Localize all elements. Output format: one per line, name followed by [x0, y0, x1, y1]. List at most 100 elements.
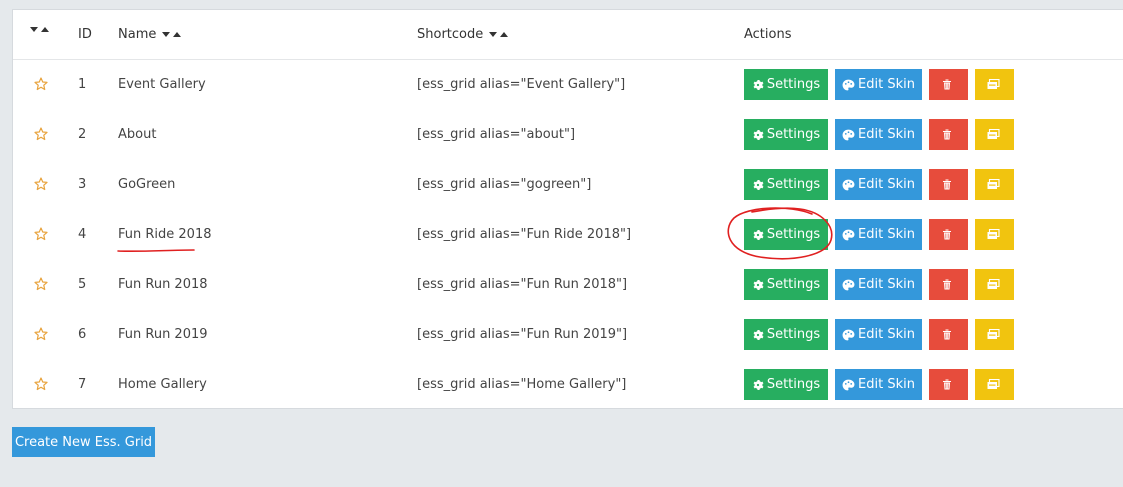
delete-button[interactable] [929, 369, 968, 400]
edit-skin-button[interactable]: Edit Skin [835, 319, 922, 350]
trash-icon [942, 329, 955, 340]
settings-button[interactable]: Settings [744, 269, 828, 300]
grid-id: 7 [78, 377, 87, 392]
create-new-grid-button[interactable]: Create New Ess. Grid [12, 427, 155, 457]
grid-id: 2 [78, 127, 87, 142]
table-row: 2 About [ess_grid alias="about"] Settings Ed… [13, 110, 1123, 160]
edit-skin-button-label: Edit Skin [858, 377, 915, 392]
id-column-header: ID [78, 27, 92, 42]
duplicate-button[interactable] [975, 219, 1014, 250]
favorite-star-icon[interactable] [33, 326, 49, 342]
edit-skin-button[interactable]: Edit Skin [835, 69, 922, 100]
edit-skin-button[interactable]: Edit Skin [835, 369, 922, 400]
settings-button-label: Settings [766, 127, 821, 142]
favorite-star-icon[interactable] [33, 276, 49, 292]
edit-skin-button-label: Edit Skin [858, 327, 915, 342]
grid-name: Fun Run 2018 [118, 277, 208, 292]
grid-name: GoGreen [118, 177, 176, 192]
settings-button[interactable]: Settings [744, 69, 828, 100]
grid-id: 3 [78, 177, 87, 192]
duplicate-button[interactable] [975, 69, 1014, 100]
settings-button-label: Settings [766, 327, 821, 342]
table-row: 3 GoGreen [ess_grid alias="gogreen"] Settin… [13, 160, 1123, 210]
palette-icon [842, 279, 858, 291]
delete-button[interactable] [929, 69, 968, 100]
gear-icon [752, 129, 767, 141]
grid-shortcode: [ess_grid alias="Fun Run 2018"] [417, 277, 628, 292]
favorite-star-icon[interactable] [33, 176, 49, 192]
table-row: 1 Event Gallery [ess_grid alias="Event Gal… [13, 60, 1123, 110]
gear-icon [752, 329, 767, 341]
edit-skin-button-label: Edit Skin [858, 227, 915, 242]
grid-id: 5 [78, 277, 87, 292]
favorite-star-icon[interactable] [33, 226, 49, 242]
settings-button[interactable]: Settings [744, 119, 828, 150]
grid-name: Fun Run 2019 [118, 327, 208, 342]
grid-name: Home Gallery [118, 377, 207, 392]
edit-skin-button[interactable]: Edit Skin [835, 119, 922, 150]
duplicate-icon [987, 329, 1003, 340]
duplicate-icon [987, 279, 1003, 290]
edit-skin-button[interactable]: Edit Skin [835, 169, 922, 200]
sort-arrows-icon[interactable] [162, 32, 184, 37]
shortcode-header-label: Shortcode [417, 27, 484, 42]
actions-column-header: Actions [744, 27, 792, 42]
duplicate-button[interactable] [975, 119, 1014, 150]
gear-icon [752, 279, 767, 291]
sort-arrows-icon[interactable] [30, 27, 52, 32]
grid-name: Event Gallery [118, 77, 206, 92]
edit-skin-button[interactable]: Edit Skin [835, 269, 922, 300]
grid-shortcode: [ess_grid alias="about"] [417, 127, 576, 142]
trash-icon [942, 229, 955, 240]
settings-button[interactable]: Settings [744, 169, 828, 200]
table-row: 4 Fun Ride 2018 [ess_grid alias="Fun Ride … [13, 210, 1123, 260]
delete-button[interactable] [929, 269, 968, 300]
duplicate-button[interactable] [975, 319, 1014, 350]
settings-button[interactable]: Settings [744, 219, 828, 250]
favorite-star-icon[interactable] [33, 76, 49, 92]
settings-button-label: Settings [766, 77, 821, 92]
id-header-label: ID [78, 27, 92, 42]
shortcode-column-header[interactable]: Shortcode [417, 27, 511, 42]
trash-icon [942, 79, 955, 90]
grid-id: 4 [78, 227, 87, 242]
edit-skin-button[interactable]: Edit Skin [835, 219, 922, 250]
grid-shortcode: [ess_grid alias="Fun Ride 2018"] [417, 227, 632, 242]
edit-skin-button-label: Edit Skin [858, 77, 915, 92]
delete-button[interactable] [929, 219, 968, 250]
table-row: 6 Fun Run 2019 [ess_grid alias="Fun Run 20… [13, 310, 1123, 360]
trash-icon [942, 379, 955, 390]
duplicate-button[interactable] [975, 369, 1014, 400]
grid-name: Fun Ride 2018 [118, 227, 212, 242]
gear-icon [752, 179, 767, 191]
grid-shortcode: [ess_grid alias="Event Gallery"] [417, 77, 626, 92]
grid-shortcode: [ess_grid alias="gogreen"] [417, 177, 592, 192]
delete-button[interactable] [929, 119, 968, 150]
edit-skin-button-label: Edit Skin [858, 277, 915, 292]
trash-icon [942, 279, 955, 290]
name-header-label: Name [118, 27, 157, 42]
sort-arrows-icon[interactable] [489, 32, 511, 37]
delete-button[interactable] [929, 169, 968, 200]
edit-skin-button-label: Edit Skin [858, 127, 915, 142]
delete-button[interactable] [929, 319, 968, 350]
duplicate-button[interactable] [975, 269, 1014, 300]
table-header: ID Name Shortcode Actions [13, 10, 1123, 60]
grid-shortcode: [ess_grid alias="Home Gallery"] [417, 377, 627, 392]
palette-icon [842, 129, 858, 141]
favorite-star-icon[interactable] [33, 126, 49, 142]
edit-skin-button-label: Edit Skin [858, 177, 915, 192]
favorite-star-icon[interactable] [33, 376, 49, 392]
settings-button-label: Settings [766, 377, 821, 392]
trash-icon [942, 179, 955, 190]
gear-icon [752, 229, 767, 241]
palette-icon [842, 179, 858, 191]
duplicate-icon [987, 129, 1003, 140]
favorite-sort-header[interactable] [30, 27, 52, 32]
settings-button[interactable]: Settings [744, 369, 828, 400]
table-row: 5 Fun Run 2018 [ess_grid alias="Fun Run 20… [13, 260, 1123, 310]
duplicate-button[interactable] [975, 169, 1014, 200]
name-column-header[interactable]: Name [118, 27, 184, 42]
duplicate-icon [987, 179, 1003, 190]
settings-button[interactable]: Settings [744, 319, 828, 350]
